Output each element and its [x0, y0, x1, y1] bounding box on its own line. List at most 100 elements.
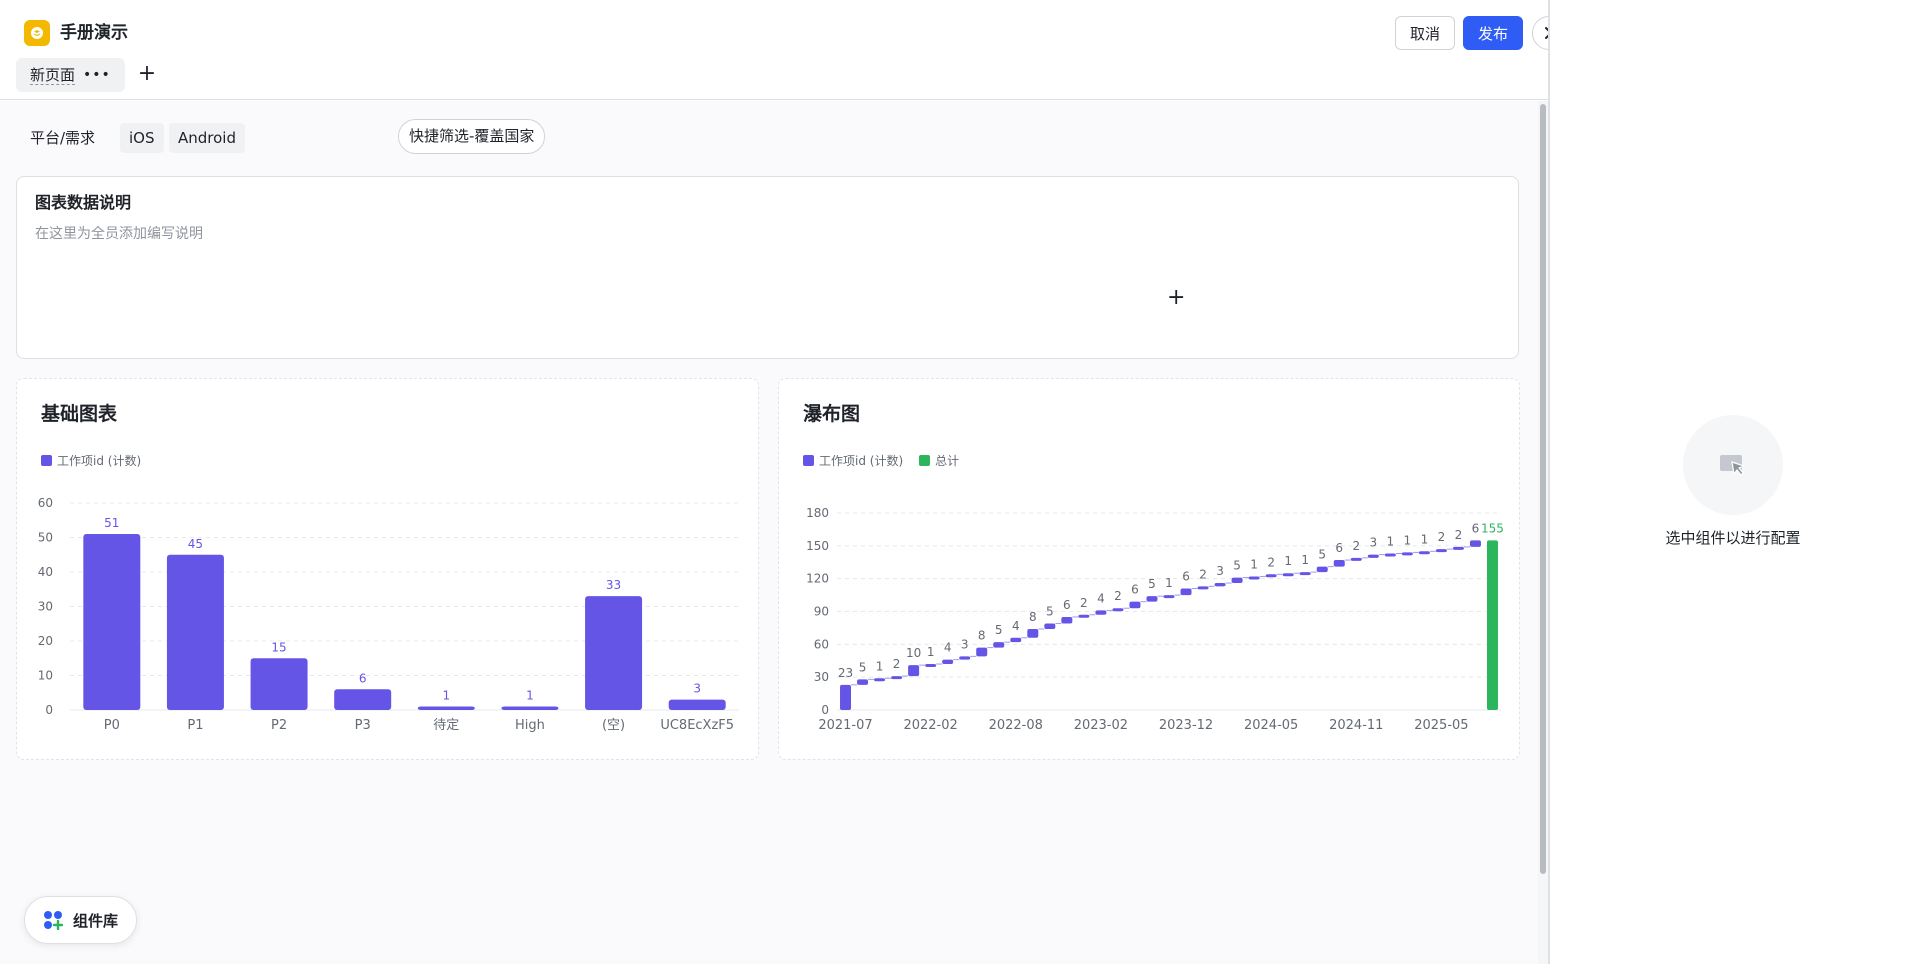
config-panel: 选中组件以进行配置 [1550, 0, 1916, 964]
waterfall-bar [1282, 573, 1294, 577]
bar [250, 658, 308, 710]
waterfall-bar [1163, 595, 1175, 599]
filter-chip-ios[interactable]: iOS [120, 123, 164, 153]
waterfall-bar [1418, 551, 1430, 555]
canvas-scrollbar[interactable] [1540, 104, 1546, 874]
bar-data-label: 1 [1421, 532, 1429, 546]
x-tick-label: 2023-12 [1159, 718, 1213, 733]
x-tick-label: 2022-02 [903, 718, 957, 733]
bar-data-label: 2 [1352, 539, 1360, 553]
bar-data-label: 1 [876, 659, 884, 673]
waterfall-bar [908, 665, 920, 677]
bar-data-label: 3 [1369, 536, 1377, 550]
bar-data-label: 6 [1063, 598, 1071, 612]
tab-new-page[interactable]: 新页面 ••• [16, 58, 125, 92]
y-tick-label: 30 [38, 600, 53, 614]
bar-data-label: 1 [1250, 557, 1258, 571]
waterfall-bar [1384, 553, 1396, 557]
x-tick-label: 待定 [433, 718, 459, 733]
x-tick-label: 2024-11 [1329, 718, 1383, 733]
y-tick-label: 30 [814, 670, 829, 684]
bar-data-label: 10 [906, 646, 921, 660]
y-tick-label: 120 [806, 572, 829, 586]
waterfall-chart-card[interactable]: 瀑布图 工作项id (计数) 总计 0 30 60 90 120 150 180 23 5 1 2 1… [778, 378, 1520, 760]
component-library-button[interactable]: 组件库 [24, 896, 138, 944]
bar-data-label: 5 [1233, 559, 1241, 573]
description-text[interactable]: 在这里为全员添加编写说明 [35, 223, 203, 243]
tab-label: 新页面 [30, 65, 76, 85]
waterfall-bar [1350, 557, 1362, 561]
bar-data-label: 5 [859, 660, 867, 674]
bar-data-label: 23 [838, 666, 853, 680]
publish-button[interactable]: 发布 [1463, 16, 1523, 50]
cursor-select-icon [1683, 415, 1783, 515]
waterfall-bar [874, 678, 886, 682]
bar-data-label: 1 [1404, 533, 1412, 547]
waterfall-bar [1265, 574, 1277, 578]
add-tab-button[interactable]: + [132, 60, 162, 90]
bar-data-label: 2 [1438, 530, 1446, 544]
filter-chip-android[interactable]: Android [169, 123, 245, 153]
y-tick-label: 150 [806, 539, 829, 553]
bar [417, 706, 475, 710]
waterfall-bar [1078, 614, 1090, 618]
bar-data-label: 6 [359, 671, 367, 685]
bar-data-label: 51 [104, 516, 119, 530]
waterfall-bar [1299, 572, 1311, 576]
bar-data-label: 1 [1284, 554, 1292, 568]
bar-data-label: 4 [944, 641, 952, 655]
x-tick-label: 2022-08 [989, 718, 1043, 733]
total-bar [1486, 540, 1498, 710]
bar [166, 554, 224, 710]
x-tick-label: P0 [104, 718, 120, 733]
y-tick-label: 180 [806, 506, 829, 520]
bar-data-label: 1 [927, 645, 935, 659]
cancel-button[interactable]: 取消 [1395, 16, 1455, 50]
x-tick-label: P1 [187, 718, 203, 733]
bar-data-label: 2 [1114, 589, 1122, 603]
y-tick-label: 20 [38, 634, 53, 648]
description-title: 图表数据说明 [35, 193, 132, 212]
app-title: 手册演示 [60, 23, 128, 43]
y-tick-label: 10 [38, 669, 53, 683]
bar [334, 689, 392, 710]
x-tick-label: 2025-05 [1414, 718, 1468, 733]
bar-data-label: 1 [442, 689, 450, 703]
waterfall-bar [1401, 552, 1413, 556]
waterfall-bar [857, 679, 869, 685]
bar-data-label: 1 [526, 689, 534, 703]
bar-data-label: 2 [1080, 596, 1088, 610]
bar [585, 596, 643, 710]
bar-chart-card[interactable]: 基础图表 工作项id (计数) 0 10 20 30 40 50 60 51 P0 45 P1 15 P… [16, 378, 759, 760]
x-tick-label: 2024-05 [1244, 718, 1298, 733]
bar-data-label: 2 [1267, 555, 1275, 569]
bar-data-label: 2 [1199, 567, 1207, 581]
bar-data-label: 8 [978, 629, 986, 643]
y-tick-label: 0 [821, 703, 829, 717]
bar-data-label: 6 [1182, 570, 1190, 584]
bar-data-label: 33 [606, 578, 621, 592]
waterfall-bar [1316, 566, 1328, 573]
grid-plus-icon [44, 911, 63, 930]
y-tick-label: 60 [814, 637, 829, 651]
bar-data-label: 8 [1029, 610, 1037, 624]
add-content-icon[interactable]: + [1167, 285, 1185, 310]
waterfall-bar [1112, 608, 1124, 612]
filter-label: 平台/需求 [30, 129, 96, 147]
component-library-label: 组件库 [73, 911, 119, 930]
waterfall-bar [1027, 629, 1039, 638]
waterfall-bar [1146, 596, 1158, 602]
waterfall-bar [840, 684, 852, 710]
waterfall-bar [1469, 540, 1481, 547]
waterfall-bar [976, 647, 988, 657]
quick-filter-button[interactable]: 快捷筛选-覆盖国家 [398, 119, 546, 154]
x-tick-label: P2 [271, 718, 287, 733]
bar-data-label: 6 [1335, 541, 1343, 555]
bar [83, 534, 141, 710]
tab-more-icon[interactable]: ••• [83, 67, 111, 83]
bar-data-label: 15 [271, 640, 286, 654]
description-card[interactable]: 图表数据说明 在这里为全员添加编写说明 + [16, 176, 1519, 359]
waterfall-chart-plot: 030609012015018023 5 1 210 1 4 38 5 48 5 6 2 4 2 6 5 1 6 2… [806, 506, 1504, 733]
waterfall-bar [993, 642, 1005, 648]
waterfall-bar [891, 676, 903, 680]
